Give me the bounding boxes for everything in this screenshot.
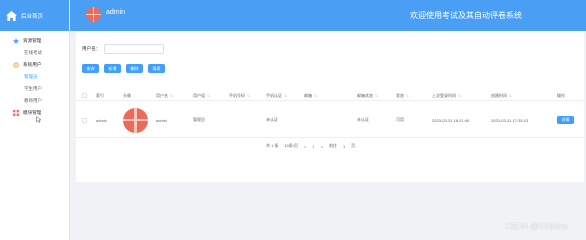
row-checkbox[interactable] [82, 103, 87, 137]
col-avatar: 头像 [123, 92, 131, 98]
sidebar: 后台首页 资源管理 在线考试 系统用户 管理员 学生用户 教师用户 模块管理 [0, 0, 70, 240]
pager-goto-suffix: 页 [351, 143, 356, 148]
sub-teacher-users[interactable]: 教师用户 [0, 95, 69, 107]
home-icon [6, 10, 17, 21]
cell-group: 管理员 [193, 117, 205, 122]
print-button[interactable]: 报表 [148, 64, 165, 73]
menu-resource[interactable]: 资源管理 [0, 35, 69, 47]
pager-goto-label: 前往 [328, 143, 337, 148]
sort-icon[interactable]: ⇅ [207, 94, 210, 98]
menu-system-users-label: 系统用户 [23, 62, 42, 67]
pager-prev[interactable]: < [304, 144, 306, 149]
cell-created: 2023-03-31 17:35:13 [491, 117, 529, 123]
sort-icon[interactable]: ⇅ [314, 94, 317, 98]
menu-module-manage[interactable]: 模块管理 [0, 107, 69, 119]
sort-icon[interactable]: ⇅ [375, 94, 378, 98]
cell-avatar [123, 103, 148, 137]
sort-icon[interactable]: ⇅ [406, 94, 409, 98]
col-email-state[interactable]: 邮箱状态 ⇅ [357, 91, 378, 100]
toolbar: 查询 新增 删除 报表 [82, 64, 165, 73]
cell-last-login: 2023-03-31 18:21:49 [432, 117, 470, 123]
pager-goto-input[interactable]: 1 [343, 144, 345, 149]
cursor-icon [36, 116, 41, 123]
cell-phone-auth: 未认证 [266, 117, 278, 122]
page-title: 欢迎使用考试及其自动评卷系统 [410, 11, 522, 20]
gear-icon [13, 62, 19, 68]
col-group[interactable]: 用户组 ⇅ [193, 91, 210, 100]
sub-admin[interactable]: 管理员 [0, 71, 69, 83]
delete-button[interactable]: 删除 [126, 64, 143, 73]
sort-icon[interactable]: ⇅ [247, 94, 250, 98]
cell-state: 可用 [396, 117, 404, 122]
pagination: 共 1 条 10条/页 < 1 > 前往 1 页 [266, 143, 355, 149]
query-button[interactable]: 查询 [82, 64, 99, 73]
select-all-checkbox[interactable] [82, 91, 87, 100]
col-phone-auth[interactable]: 手机认证 ⇅ [266, 91, 287, 100]
table-row: admin admin 管理员 未认证 未认证 可用 2023-03-31 18… [76, 103, 584, 138]
col-state[interactable]: 状态 ⇅ [396, 91, 409, 100]
search-row: 用户名： [82, 44, 165, 54]
add-button[interactable]: 新增 [104, 64, 121, 73]
sidebar-brand-label: 后台首页 [21, 13, 44, 20]
search-input[interactable] [104, 44, 165, 54]
col-created[interactable]: 创建时间 ⇅ [491, 91, 512, 100]
menu-resource-label: 资源管理 [23, 38, 42, 43]
col-action: 操作 [557, 92, 565, 98]
row-avatar [123, 107, 148, 133]
pager-current[interactable]: 1 [312, 144, 314, 149]
detail-button[interactable]: 详情 [557, 116, 574, 124]
topbar-username[interactable]: admin [106, 9, 125, 16]
pager-page-size[interactable]: 10条/页 [284, 143, 298, 149]
star-icon [13, 38, 19, 44]
sort-icon[interactable]: ⇅ [458, 94, 461, 98]
col-username[interactable]: 用户名 ⇅ [156, 91, 173, 100]
watermark: CSDN @VXbishe [505, 222, 568, 231]
col-phone[interactable]: 手机号码 ⇅ [229, 91, 250, 100]
col-last-login[interactable]: 上次登录时间 ⇅ [432, 91, 461, 100]
pager-total: 共 1 条 [266, 143, 279, 148]
cell-email-state: 未认证 [357, 117, 369, 122]
menu-system-users[interactable]: 系统用户 [0, 59, 69, 71]
sort-icon[interactable]: ⇅ [284, 94, 287, 98]
sort-icon[interactable]: ⇅ [170, 94, 173, 98]
cell-username: admin [156, 117, 167, 123]
sort-icon[interactable]: ⇅ [509, 94, 512, 98]
topbar: admin 欢迎使用考试及其自动评卷系统 [70, 0, 586, 31]
main-content: 用户名： 查询 新增 删除 报表 索引 头像 用户名 ⇅ 用户组 ⇅ 手机号码 ⇅ 手… [76, 31, 584, 182]
col-index: 索引 [96, 92, 104, 98]
sidebar-brand[interactable]: 后台首页 [0, 0, 69, 31]
user-avatar[interactable] [86, 7, 101, 22]
sub-online-exam[interactable]: 在线考试 [0, 47, 69, 59]
sub-student-users[interactable]: 学生用户 [0, 83, 69, 95]
col-email[interactable]: 邮箱 ⇅ [304, 91, 317, 100]
table-header: 索引 头像 用户名 ⇅ 用户组 ⇅ 手机号码 ⇅ 手机认证 ⇅ 邮箱 ⇅ 邮箱状态 ⇅ 状态… [76, 91, 584, 101]
search-label: 用户名： [82, 46, 101, 51]
grid-icon [13, 110, 19, 116]
pager-next[interactable]: > [321, 144, 323, 149]
cell-action: 详情 [557, 103, 574, 137]
cell-index: admin [96, 117, 107, 123]
